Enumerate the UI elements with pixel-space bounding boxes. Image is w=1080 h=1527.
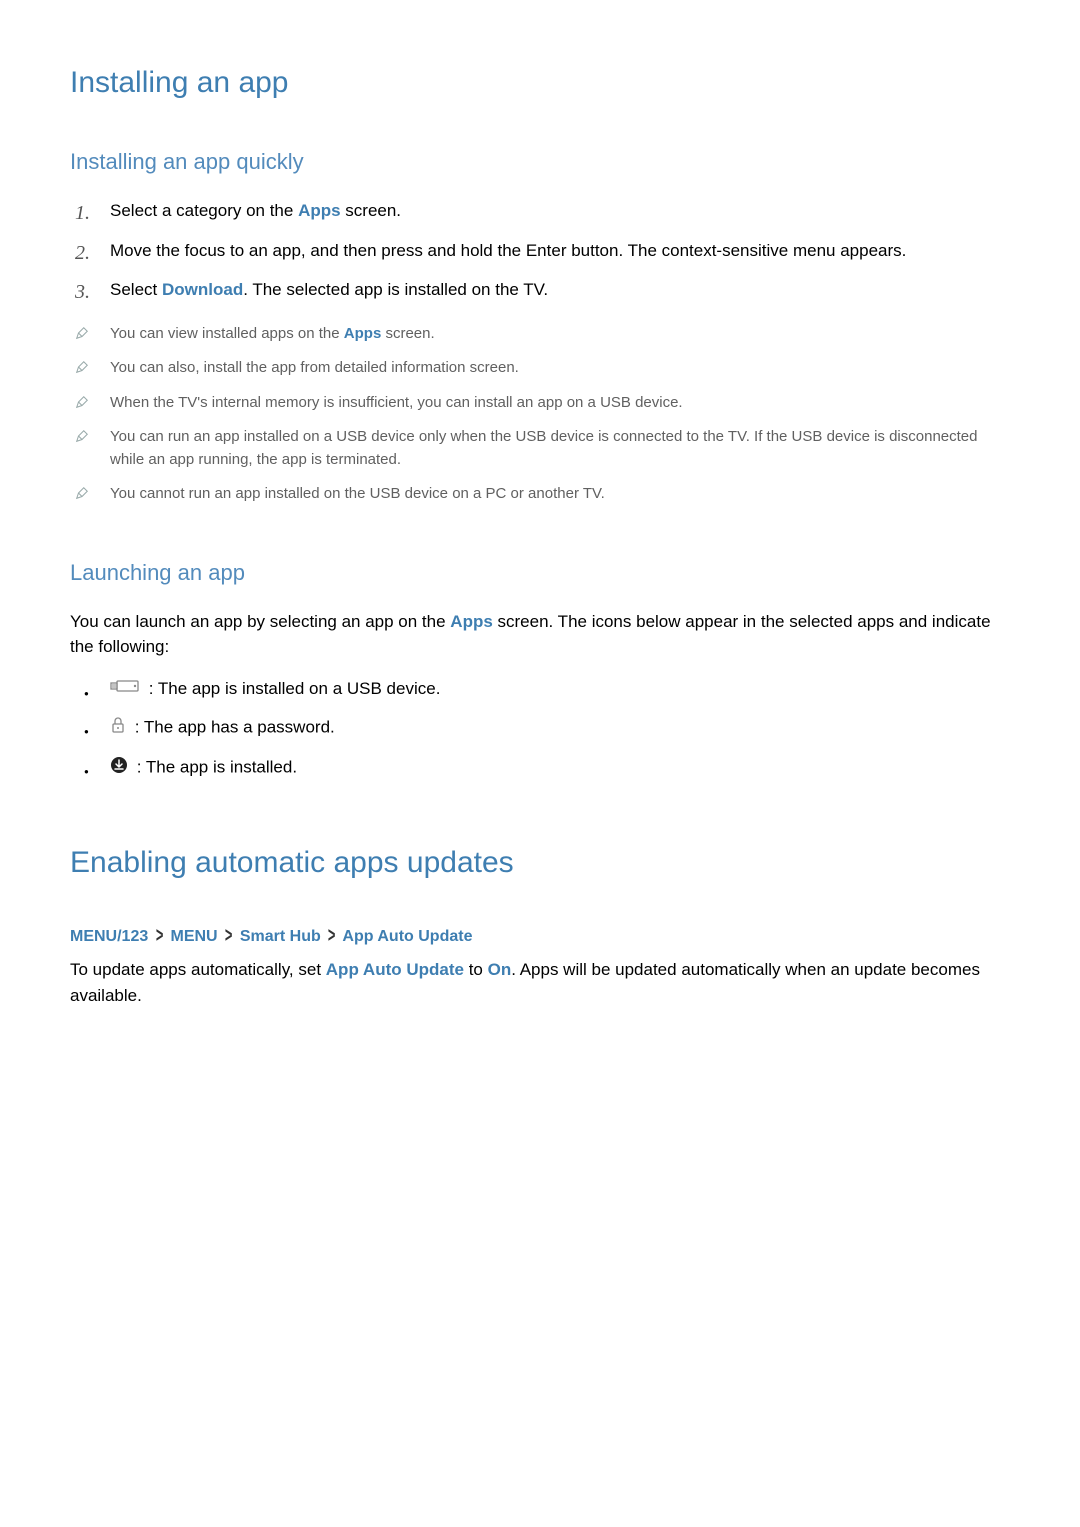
step-2: Move the focus to an app, and then press… (70, 238, 1010, 264)
main-heading-updates: Enabling automatic apps updates (70, 840, 1010, 885)
step-3: Select Download. The selected app is ins… (70, 277, 1010, 303)
installed-icon (110, 756, 128, 780)
step-1: Select a category on the Apps screen. (70, 198, 1010, 224)
note-3-text: When the TV's internal memory is insuffi… (110, 394, 683, 411)
note-2: You can also, install the app from detai… (70, 357, 1010, 380)
lock-icon (110, 716, 126, 740)
sub-heading-quickly: Installing an app quickly (70, 145, 1010, 178)
hl-on: On (488, 960, 512, 979)
section-installing-app: Installing an app Installing an app quic… (70, 60, 1010, 780)
note-1-suffix: screen. (381, 325, 434, 342)
bc-autoupdate[interactable]: App Auto Update (342, 928, 472, 945)
note-5: You cannot run an app installed on the U… (70, 483, 1010, 506)
step-3-text-suffix: . The selected app is installed on the T… (243, 280, 548, 299)
step-1-text-suffix: screen. (341, 201, 401, 220)
chevron-right-icon: > (328, 921, 335, 952)
note-3: When the TV's internal memory is insuffi… (70, 392, 1010, 415)
pencil-icon (75, 394, 89, 417)
note-2-text: You can also, install the app from detai… (110, 359, 519, 376)
chevron-right-icon: > (156, 921, 163, 952)
icon-item-lock: : The app has a password. (70, 716, 1010, 740)
icon-item-installed: : The app is installed. (70, 756, 1010, 780)
launching-intro: You can launch an app by selecting an ap… (70, 609, 1010, 660)
download-link[interactable]: Download (162, 280, 243, 299)
icon-3-text: : The app is installed. (132, 758, 297, 777)
note-1-prefix: You can view installed apps on the (110, 325, 344, 342)
breadcrumb: MENU/123 > MENU > Smart Hub > App Auto U… (70, 925, 1010, 949)
update-text-mid: to (464, 960, 488, 979)
step-3-text-prefix: Select (110, 280, 162, 299)
icon-2-text: : The app has a password. (130, 718, 335, 737)
pencil-icon (75, 359, 89, 382)
note-5-text: You cannot run an app installed on the U… (110, 485, 605, 502)
apps-link-note[interactable]: Apps (344, 325, 382, 342)
icon-1-text: : The app is installed on a USB device. (144, 679, 440, 698)
update-text-prefix: To update apps automatically, set (70, 960, 326, 979)
bc-menu123[interactable]: MENU/123 (70, 928, 148, 945)
step-2-text: Move the focus to an app, and then press… (110, 241, 906, 260)
note-4-text: You can run an app installed on a USB de… (110, 428, 978, 468)
apps-link-launch[interactable]: Apps (450, 612, 493, 631)
bc-smarthub[interactable]: Smart Hub (240, 928, 321, 945)
pencil-icon (75, 325, 89, 348)
usb-icon (110, 678, 140, 700)
icon-item-usb: : The app is installed on a USB device. (70, 678, 1010, 701)
note-4: You can run an app installed on a USB de… (70, 426, 1010, 471)
step-1-text-prefix: Select a category on the (110, 201, 298, 220)
icon-list: : The app is installed on a USB device. … (70, 678, 1010, 781)
chevron-right-icon: > (225, 921, 232, 952)
section-auto-update: Enabling automatic apps updates MENU/123… (70, 840, 1010, 1008)
notes-list: You can view installed apps on the Apps … (70, 323, 1010, 506)
steps-list: Select a category on the Apps screen. Mo… (70, 198, 1010, 303)
update-description: To update apps automatically, set App Au… (70, 957, 1010, 1008)
pencil-icon (75, 428, 89, 451)
main-heading-installing: Installing an app (70, 60, 1010, 105)
launching-intro-prefix: You can launch an app by selecting an ap… (70, 612, 450, 631)
hl-app-auto-update: App Auto Update (326, 960, 464, 979)
apps-link[interactable]: Apps (298, 201, 341, 220)
note-1: You can view installed apps on the Apps … (70, 323, 1010, 346)
bc-menu[interactable]: MENU (171, 928, 218, 945)
pencil-icon (75, 485, 89, 508)
sub-heading-launching: Launching an app (70, 556, 1010, 589)
